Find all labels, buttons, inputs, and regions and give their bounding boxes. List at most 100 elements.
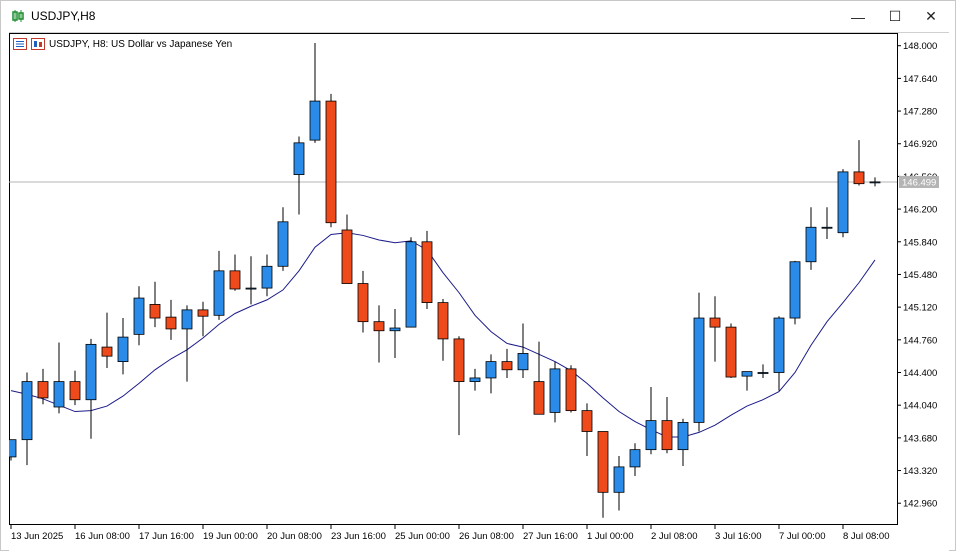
chart-area[interactable]: USDJPY, H8: US Dollar vs Japanese Yen 14… (9, 32, 949, 551)
candle-body (805, 226, 817, 263)
candle-body (709, 317, 721, 328)
candle (517, 323, 529, 378)
candle-body (421, 241, 433, 304)
candle (309, 42, 321, 143)
candle (581, 403, 593, 457)
candle-body (37, 381, 49, 399)
candle (293, 136, 305, 215)
candle (325, 93, 337, 228)
candle-body (85, 343, 97, 401)
candle (437, 298, 449, 361)
candle (709, 296, 721, 362)
price-tick-label: 146.920 (903, 139, 937, 150)
candle (597, 431, 609, 518)
price-chart[interactable]: 148.000147.640147.280146.920146.560146.2… (9, 33, 949, 551)
candle-body (837, 171, 849, 234)
candle-body (469, 377, 481, 382)
candle (837, 169, 849, 238)
time-tick-label: 20 Jun 08:00 (267, 531, 322, 542)
candle (213, 250, 225, 320)
candle-body (661, 420, 673, 451)
candlestick-chart-icon (12, 10, 24, 22)
candle (661, 397, 673, 454)
price-tick-label: 143.680 (903, 433, 937, 444)
maximize-button[interactable]: ☐ (878, 1, 912, 32)
candle-body (853, 171, 865, 185)
candle (869, 177, 881, 187)
candle-body (789, 261, 801, 319)
candle (645, 387, 657, 455)
candle (757, 364, 769, 378)
candle-body (277, 221, 289, 267)
candle-body (597, 431, 609, 493)
candle-body (741, 371, 753, 377)
candle (181, 305, 193, 382)
price-tick-label: 144.040 (903, 401, 937, 412)
plot-border (9, 33, 898, 525)
time-tick-label: 19 Jun 00:00 (203, 531, 258, 542)
candle (101, 312, 113, 368)
candle-body (693, 317, 705, 423)
candle-body (309, 100, 321, 141)
candle-body (293, 142, 305, 176)
candle-body (517, 353, 529, 371)
candle (85, 338, 97, 439)
price-tick-label: 148.000 (903, 41, 937, 52)
candle-body (725, 326, 737, 378)
price-tick-label: 145.840 (903, 237, 937, 248)
price-tick-label: 147.280 (903, 107, 937, 118)
close-button[interactable]: ✕ (914, 1, 948, 32)
candle (789, 260, 801, 325)
candle (725, 323, 737, 378)
candle (421, 230, 433, 309)
candle-body (197, 309, 209, 317)
minimize-button[interactable]: — (841, 1, 875, 32)
candle (469, 368, 481, 391)
window-title: USDJPY,H8 (31, 9, 96, 23)
candle-body (261, 265, 273, 289)
candle (245, 256, 257, 305)
candle-body (373, 321, 385, 332)
candle-body (229, 270, 241, 290)
candle (853, 140, 865, 186)
candle (693, 292, 705, 432)
candle (805, 207, 817, 270)
price-tick-label: 144.760 (903, 335, 937, 346)
candle (197, 301, 209, 337)
candle-body (213, 270, 225, 316)
title-bar[interactable]: USDJPY,H8 — ☐ ✕ (1, 1, 955, 32)
candle-body (389, 327, 401, 332)
candle-body (549, 368, 561, 413)
candle (389, 308, 401, 358)
price-tick-label: 142.960 (903, 499, 937, 510)
price-tick-label: 145.120 (903, 303, 937, 314)
candle (453, 336, 465, 436)
candle-body (181, 309, 193, 330)
candle (613, 456, 625, 511)
candle-body (757, 372, 769, 374)
candle (277, 207, 289, 271)
candle-body (613, 466, 625, 493)
price-tick-label: 146.200 (903, 205, 937, 216)
time-tick-label: 1 Jul 00:00 (587, 531, 633, 542)
candle-body (341, 229, 353, 284)
candle-body (117, 336, 129, 363)
candle-body (53, 381, 65, 408)
price-tick-label: 144.400 (903, 368, 937, 379)
candle-body (501, 361, 513, 371)
current-price-label: 146.499 (902, 177, 936, 188)
candle (549, 361, 561, 423)
candle (133, 286, 145, 346)
time-tick-label: 8 Jul 08:00 (843, 531, 889, 542)
price-tick-label: 143.320 (903, 466, 937, 477)
time-tick-label: 3 Jul 16:00 (715, 531, 761, 542)
maximize-icon: ☐ (888, 8, 902, 24)
time-tick-label: 25 Jun 00:00 (395, 531, 450, 542)
candle (821, 207, 833, 240)
candle (773, 316, 785, 391)
candle (229, 254, 241, 291)
candle-body (69, 381, 81, 401)
candle (21, 372, 33, 466)
candle-body (677, 422, 689, 451)
time-tick-label: 2 Jul 08:00 (651, 531, 697, 542)
